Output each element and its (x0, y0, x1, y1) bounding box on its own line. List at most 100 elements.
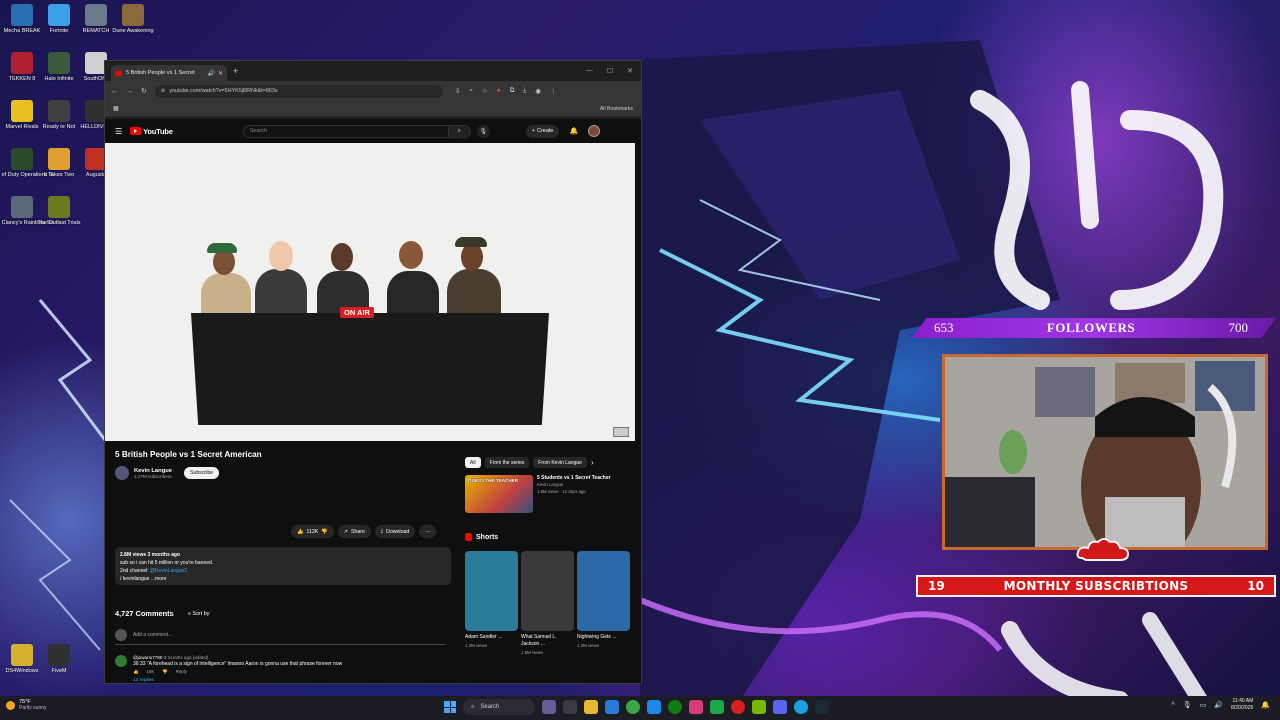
channel-avatar[interactable] (115, 466, 129, 480)
install-icon[interactable]: ⇩ (455, 87, 460, 95)
account-avatar[interactable] (588, 125, 601, 137)
profile-icon[interactable]: ◉ (535, 87, 541, 95)
xbox-icon[interactable] (668, 700, 682, 714)
hamburger-menu-icon[interactable]: ☰ (115, 127, 122, 136)
desktop-icon[interactable]: Tom Clancy's Rainbow Six (0, 196, 54, 226)
recommended-video[interactable]: GUESS THE TEACHER 5 Students vs 1 Secret… (465, 475, 635, 513)
filter-chip[interactable]: From the series (484, 457, 530, 468)
forward-icon[interactable]: → (126, 88, 133, 95)
desktop-icon[interactable]: FiveM (41, 644, 77, 674)
short-item[interactable]: What Samuel L. Jackson ... 1.9M views (521, 551, 574, 655)
commenter-avatar[interactable] (115, 655, 127, 667)
clock[interactable]: 11:40 AM 8/20/2025 (1231, 698, 1253, 712)
task-view-icon[interactable] (563, 700, 577, 714)
store-icon[interactable] (605, 700, 619, 714)
volume-icon[interactable]: 🔊 (1214, 701, 1223, 709)
desktop-icon[interactable]: Dune Awakening (112, 4, 154, 34)
extension-icon[interactable]: ● (497, 87, 501, 95)
show-more-link[interactable]: ...more (151, 576, 167, 582)
channel-name[interactable]: Kevin Langue (134, 468, 172, 474)
desktop-icon[interactable]: The Outlast Trials (37, 196, 81, 226)
sort-by-button[interactable]: ≡ Sort by (188, 611, 210, 617)
youtube-logo[interactable]: YouTube (130, 127, 173, 136)
create-button[interactable]: + Create (525, 124, 560, 138)
apps-grid-icon[interactable]: ▦ (113, 105, 119, 112)
reply-button[interactable]: Reply (176, 669, 187, 675)
back-icon[interactable]: ← (111, 88, 118, 95)
widgets-icon[interactable] (542, 700, 556, 714)
extensions-puzzle-icon[interactable]: ⧉ (510, 87, 515, 95)
desktop-icon[interactable]: TEKKEN 8 (4, 52, 40, 82)
desktop-icon[interactable]: Mecha BREAK (4, 4, 40, 34)
thumbs-up-icon[interactable]: 👍 (297, 529, 303, 535)
view-replies-button[interactable]: 12 replies (133, 678, 342, 683)
thumbs-down-icon[interactable]: 👎 (321, 529, 327, 535)
notification-icon[interactable]: 🔔 (1261, 701, 1270, 709)
network-icon[interactable]: ▭ (1200, 701, 1207, 709)
steam-icon[interactable] (815, 700, 829, 714)
windows-start-icon[interactable] (444, 701, 456, 713)
nvidia-icon[interactable] (752, 700, 766, 714)
commenter-handle[interactable]: @jowano7760 (133, 655, 162, 660)
desktop-icon[interactable]: Call of Duty Operations III (0, 148, 54, 178)
record-icon[interactable] (731, 700, 745, 714)
close-tab-icon[interactable]: ✕ (218, 70, 223, 77)
more-actions-button[interactable]: ⋯ (419, 525, 437, 538)
video-player[interactable]: ON AIR (105, 143, 635, 441)
desktop-icon[interactable]: Marvel Rivals (4, 100, 40, 130)
subscribe-button[interactable]: Subscribe (184, 467, 220, 479)
video-description[interactable]: 2.8M views 3 months ago sub so i can hit… (115, 547, 451, 585)
tray-chevron-icon[interactable]: ^ (1172, 702, 1175, 709)
short-item[interactable]: Nightwing Gets ... 1.2M views (577, 551, 630, 655)
maximize-icon[interactable]: ☐ (607, 67, 613, 75)
chevron-right-icon[interactable]: › (591, 458, 594, 467)
microphone-icon[interactable]: 🎙 (476, 124, 490, 138)
minimize-icon[interactable]: — (586, 67, 593, 75)
short-item[interactable]: Adam Sandler ... 1.2M views (465, 551, 518, 655)
new-tab-button[interactable]: + (233, 66, 238, 76)
desktop-icon[interactable]: Halo Infinite (41, 52, 77, 82)
download-button[interactable]: ⤓ Download (374, 525, 416, 538)
battlenet-icon[interactable] (794, 700, 808, 714)
app-icon[interactable] (689, 700, 703, 714)
comment-like-icon[interactable]: 👍 (133, 669, 138, 675)
short-thumbnail[interactable] (521, 551, 574, 631)
desktop-icon[interactable]: It Takes Two (41, 148, 77, 178)
chrome-icon[interactable] (626, 700, 640, 714)
speaker-icon[interactable]: 🔊 (207, 70, 214, 77)
address-bar[interactable]: ⚙ youtube.com/watch?v=5HYK5jl8RNk&t=863s (154, 84, 443, 98)
like-dislike-button[interactable]: 👍 112K 👎 (291, 525, 334, 538)
channel-watermark[interactable] (613, 427, 629, 437)
gamepass-icon[interactable] (710, 700, 724, 714)
bookmark-star-icon[interactable]: ☆ (482, 87, 488, 95)
short-title[interactable]: Adam Sandler ... (465, 634, 518, 641)
desktop-icon[interactable]: Fortnite (41, 4, 77, 34)
close-window-icon[interactable]: ✕ (627, 67, 633, 75)
short-thumbnail[interactable] (577, 551, 630, 631)
filter-chip[interactable]: All (465, 457, 481, 468)
search-icon[interactable]: ⌕ (447, 125, 470, 137)
file-explorer-icon[interactable] (584, 700, 598, 714)
taskbar-search[interactable]: ⌕ Search (463, 699, 535, 715)
short-title[interactable]: Nightwing Gets ... (577, 634, 630, 641)
short-title[interactable]: What Samuel L. Jackson ... (521, 634, 574, 648)
recommended-thumbnail[interactable]: GUESS THE TEACHER (465, 475, 533, 513)
all-bookmarks-button[interactable]: All Bookmarks (600, 106, 633, 112)
notifications-bell-icon[interactable]: 🔔 (569, 127, 578, 135)
discord-icon[interactable] (773, 700, 787, 714)
browser-tab[interactable]: 5 British People vs 1 Secret 🔊 ✕ (111, 65, 227, 81)
mic-tray-icon[interactable]: 🎙 (1183, 701, 1192, 709)
filter-chip[interactable]: From Kevin Langue (533, 457, 587, 468)
desktop-icon[interactable]: REMATCH (78, 4, 114, 34)
weather-widget[interactable]: 75°F Partly sunny (6, 699, 47, 711)
zoom-icon[interactable]: ⌕ (469, 87, 473, 95)
add-comment[interactable]: Add a comment... (115, 629, 445, 645)
short-thumbnail[interactable] (465, 551, 518, 631)
comment-dislike-icon[interactable]: 👎 (162, 669, 167, 675)
site-info-icon[interactable]: ⚙ (161, 88, 165, 94)
desktop-icon[interactable]: DS4Windows (4, 644, 40, 674)
downloads-icon[interactable]: ⤓ (523, 87, 526, 95)
search-box[interactable]: Search ⌕ (242, 124, 471, 138)
reload-icon[interactable]: ↻ (141, 87, 147, 95)
share-button[interactable]: ↗ Share (337, 525, 371, 538)
